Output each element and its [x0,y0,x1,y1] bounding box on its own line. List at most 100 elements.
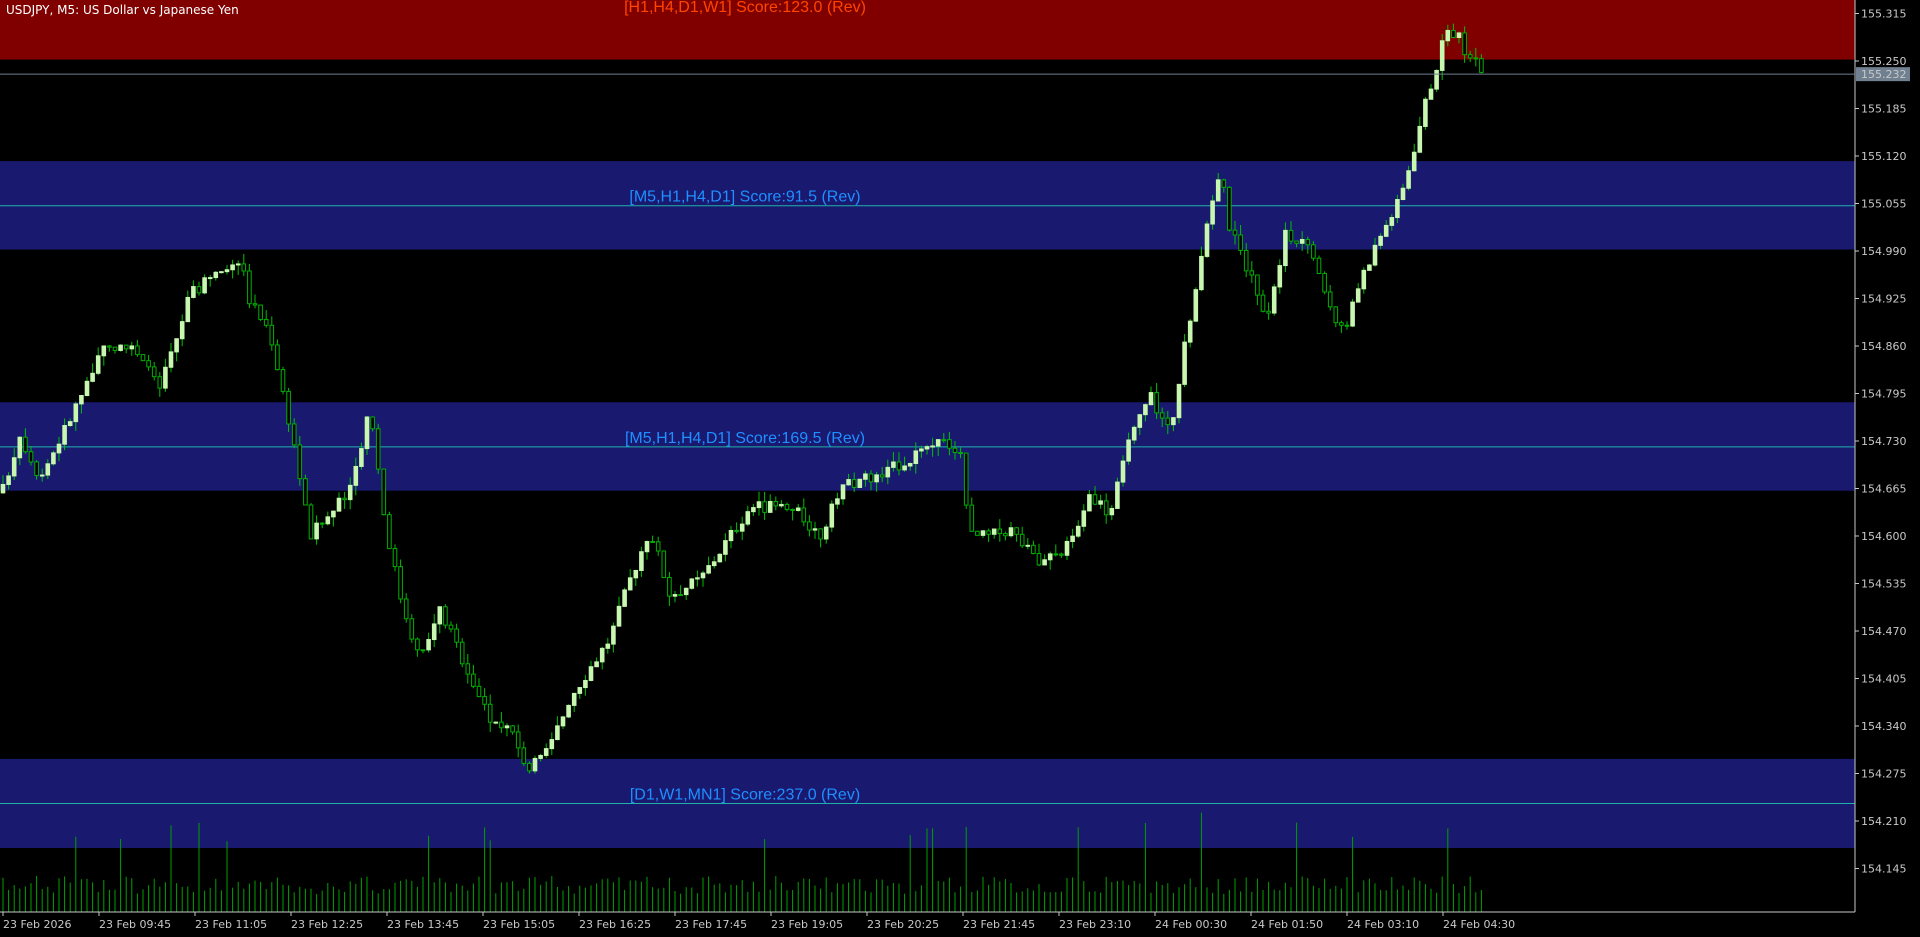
candle-body [1025,544,1031,547]
zone-label-1: [H1,H4,D1,W1] Score:123.0 (Rev) [624,0,866,16]
candle-body [381,468,387,516]
candle-body [1249,270,1255,276]
candle-body [605,643,611,649]
candle-body [1428,88,1434,100]
price-tick-label: 154.665 [1861,483,1907,496]
candle-body [851,479,857,488]
candle-body [1367,264,1372,271]
candle-body [941,439,947,442]
price-chart[interactable]: [H1,H4,D1,W1] Score:123.0 (Rev) [M5,H1,H4… [0,0,1920,933]
candle-body [1462,32,1467,56]
chart-canvas[interactable]: [H1,H4,D1,W1] Score:123.0 (Rev) [M5,H1,H4… [0,0,1920,933]
time-tick-label: 23 Feb 21:45 [963,918,1035,931]
candle-body [191,286,196,298]
candle-body [146,360,151,368]
candle-body [1395,199,1400,219]
candle-body [616,605,622,627]
candle-body [571,692,577,706]
candle-body [448,624,454,630]
candle-body [1417,125,1423,153]
candle-body [577,687,583,694]
candle-body [39,474,45,477]
candle-body [745,511,751,525]
price-tick-label: 154.340 [1861,720,1907,733]
candle-body [639,551,644,571]
candle-body [1159,412,1165,419]
candle-body [700,572,706,579]
candle-body [118,344,123,351]
candle-body [370,416,375,430]
price-tick-label: 154.860 [1861,340,1907,353]
price-tick-label: 154.210 [1861,815,1907,828]
time-tick-label: 23 Feb 23:10 [1059,918,1131,931]
candle-body [398,566,403,600]
candle-body [1193,289,1199,322]
candle-body [1047,553,1053,561]
candle-body [1109,507,1115,516]
candle-body [644,540,650,553]
candle-body [924,446,930,450]
candle-body [459,641,465,665]
candle-body [986,530,991,535]
candle-body [695,577,700,580]
candle-body [359,448,364,467]
price-tick-label: 155.250 [1861,55,1907,68]
candle-body [1098,500,1103,505]
candle-body [1081,510,1087,527]
candle-body [538,754,543,759]
time-tick-label: 24 Feb 01:50 [1251,918,1323,931]
zone-label-2: [M5,H1,H4,D1] Score:91.5 (Rev) [629,189,860,206]
candle-body [185,296,191,323]
candle-body [874,474,879,483]
candle-body [891,461,896,468]
candle-body [1215,179,1221,202]
candle-body [1299,239,1305,244]
price-tick-label: 154.600 [1861,530,1907,543]
price-tick-label: 154.990 [1861,245,1907,258]
candle-body [723,540,728,555]
candle-body [1148,392,1154,406]
candle-body [415,638,420,651]
candle-body [1176,383,1182,419]
candle-body [471,673,476,687]
candle-body [980,530,986,536]
candle-body [364,416,370,450]
candle-body [1008,527,1014,537]
candle-body [454,628,459,643]
candle-body [1383,224,1389,237]
candle-body [431,623,437,641]
candle-body [347,484,353,501]
candle-body [935,439,941,447]
candle-body [1204,223,1210,257]
candle-body [101,345,107,357]
candle-body [1053,553,1059,556]
candle-body [1311,244,1316,259]
price-tick-label: 154.730 [1861,435,1907,448]
candle-body [1445,29,1451,42]
candle-body [387,514,392,550]
candle-body [1165,417,1171,426]
candle-body [717,553,723,563]
candle-body [627,577,633,591]
candle-body [1154,392,1159,414]
candle-body [1271,286,1277,314]
candle-body [1126,439,1131,462]
candle-body [1075,525,1081,537]
candle-body [196,286,202,294]
candle-body [1003,533,1008,537]
price-tick-label: 154.470 [1861,625,1907,638]
candle-body [1031,544,1036,555]
candle-body [751,507,756,513]
zone-label-3: [M5,H1,H4,D1] Score:169.5 (Rev) [625,430,865,447]
candle-body [963,452,969,506]
candle-body [275,344,280,371]
candle-body [1327,291,1333,308]
candle-body [739,523,745,532]
candle-body [62,425,67,445]
candle-body [123,344,129,350]
candle-body [907,463,913,467]
candle-body [420,649,426,652]
time-tick-label: 24 Feb 04:30 [1443,918,1515,931]
candle-body [1294,240,1299,244]
candle-body [1355,288,1361,303]
